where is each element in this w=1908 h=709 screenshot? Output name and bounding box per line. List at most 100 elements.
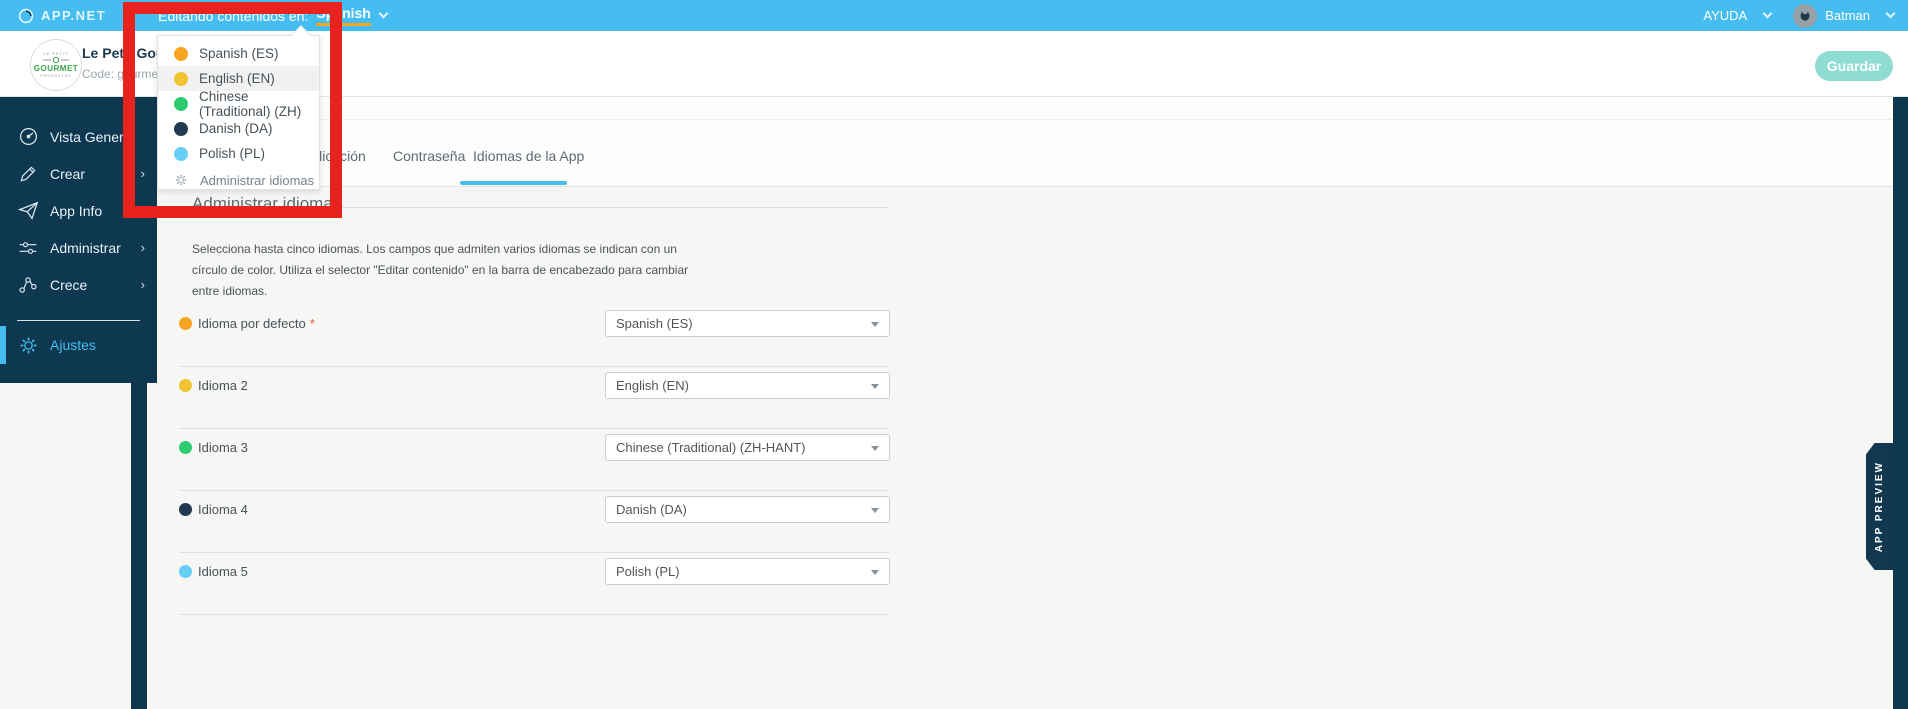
tab-idiomas-app[interactable]: Idiomas de la App [473,148,584,164]
batman-avatar-icon [1800,11,1810,21]
idioma-4-select[interactable]: Danish (DA) [605,496,890,523]
gauge-icon [17,126,39,147]
dropdown-arrow-icon [871,570,879,575]
editing-language-label: Editando contenidos en: [158,7,309,24]
sidebar-nav: Vista General Crear › App Info Administr… [0,97,157,383]
idioma-defecto-select[interactable]: Spanish (ES) [605,310,890,337]
chevron-right-icon: › [140,166,145,181]
language-option-spanish[interactable]: Spanish (ES) [158,41,319,66]
language-color-dot [179,565,192,578]
sidebar-item-label: Crece [50,276,88,293]
language-color-dot [179,379,192,392]
idioma-3-select[interactable]: Chinese (Traditional) (ZH-HANT) [605,434,890,461]
logo-bulb-icon [43,57,69,64]
row-separator [179,428,889,429]
language-color-dot [174,71,188,86]
user-name: Batman [1825,8,1870,23]
dropdown-arrow-icon [871,446,879,451]
appnet-brand-text: APP.NET [41,8,107,23]
left-edge-strip [131,383,147,709]
chevron-down-icon [378,8,389,19]
sidebar-item-crear[interactable]: Crear › [0,155,157,192]
tab-contrasena[interactable]: Contraseña [393,148,465,164]
language-option-polish[interactable]: Polish (PL) [158,141,319,166]
main-content: Administrar idiomas Selecciona hasta cin… [157,187,1893,709]
section-description: Selecciona hasta cinco idiomas. Los camp… [192,242,689,298]
dropdown-arrow-icon [871,508,879,513]
language-color-dot [174,146,188,161]
field-label: Idioma 4 [198,502,248,517]
sidebar-item-app-info[interactable]: App Info [0,192,157,229]
form-row-idioma-2: Idioma 2 [179,372,248,399]
language-option-english[interactable]: English (EN) [158,66,319,91]
language-color-dot [179,441,192,454]
section-title: Administrar idiomas [192,194,342,213]
language-option-chinese[interactable]: Chinese (Traditional) (ZH) [158,88,319,119]
top-bar: APP.NET Editando contenidos en: Spanish … [0,0,1908,31]
language-dropdown-panel: Spanish (ES) English (EN) Chinese (Tradi… [157,25,320,192]
app-preview-tab[interactable]: APP PREVIEW [1866,443,1893,570]
help-menu[interactable]: AYUDA [1703,8,1773,23]
help-label: AYUDA [1703,8,1748,23]
app-preview-edge-strip [1893,97,1908,709]
chevron-down-icon [1885,8,1896,19]
sidebar-divider [17,320,140,321]
sidebar-item-label: App Info [50,202,103,219]
chevron-right-icon: › [140,240,145,255]
user-menu[interactable]: Batman [1793,3,1896,28]
gourmet-logo: LE PETIT GOURMET PRODUCTOS [30,39,82,91]
row-separator [179,552,889,553]
appnet-logo-icon [18,8,34,23]
language-option-label: Chinese (Traditional) (ZH) [199,88,302,119]
gear-icon [17,335,39,356]
active-item-accent-bar [0,326,6,364]
chevron-down-icon [1762,8,1773,19]
row-separator [179,366,889,367]
sidebar-item-ajustes[interactable]: Ajustes [0,326,157,364]
avatar [1793,3,1818,28]
select-value: Spanish (ES) [616,316,693,331]
dropdown-arrow-icon [871,384,879,389]
language-color-dot [179,503,192,516]
paper-plane-icon [17,200,39,221]
field-label: Idioma 3 [198,440,248,455]
form-row-idioma-4: Idioma 4 [179,496,248,523]
section-title-rule [320,207,889,208]
select-value: English (EN) [616,378,689,393]
language-option-label: Spanish (ES) [199,46,279,61]
idioma-5-select[interactable]: Polish (PL) [605,558,890,585]
language-color-dot [174,121,188,136]
network-icon [17,275,39,295]
sidebar-item-vista-general[interactable]: Vista General [0,118,157,155]
language-option-danish[interactable]: Danish (DA) [158,116,319,141]
language-color-dot [174,46,188,61]
appnet-brand: APP.NET [18,8,106,24]
language-option-label: Danish (DA) [199,121,273,136]
editing-language-dropdown-trigger[interactable]: Editando contenidos en: Spanish [158,5,389,26]
sidebar-item-label: Crear [50,165,86,182]
logo-sub-text: PRODUCTOS [40,74,72,79]
field-label: Idioma por defecto [198,316,306,331]
sliders-icon [17,238,39,258]
select-value: Polish (PL) [616,564,680,579]
form-row-idioma-3: Idioma 3 [179,434,248,461]
sidebar-item-crece[interactable]: Crece › [0,266,157,303]
required-asterisk: * [309,316,315,331]
form-row-idioma-defecto: Idioma por defecto * [179,310,315,337]
select-value: Chinese (Traditional) (ZH-HANT) [616,440,806,455]
dropdown-arrow-icon [871,322,879,327]
chevron-right-icon: › [140,277,145,292]
manage-languages-option[interactable]: Administrar idiomas [158,168,319,192]
manage-languages-label: Administrar idiomas [200,172,315,188]
row-separator [179,490,889,491]
logo-name-text: GOURMET [33,64,79,74]
language-option-label: Polish (PL) [199,146,266,161]
save-button[interactable]: Guardar [1815,51,1893,81]
language-option-label: English (EN) [199,71,275,86]
idioma-2-select[interactable]: English (EN) [605,372,890,399]
app-preview-label: APP PREVIEW [1874,460,1885,553]
select-value: Danish (DA) [616,502,687,517]
sidebar-item-administrar[interactable]: Administrar › [0,229,157,266]
active-tab-underline [460,181,567,185]
gear-icon [174,173,188,187]
